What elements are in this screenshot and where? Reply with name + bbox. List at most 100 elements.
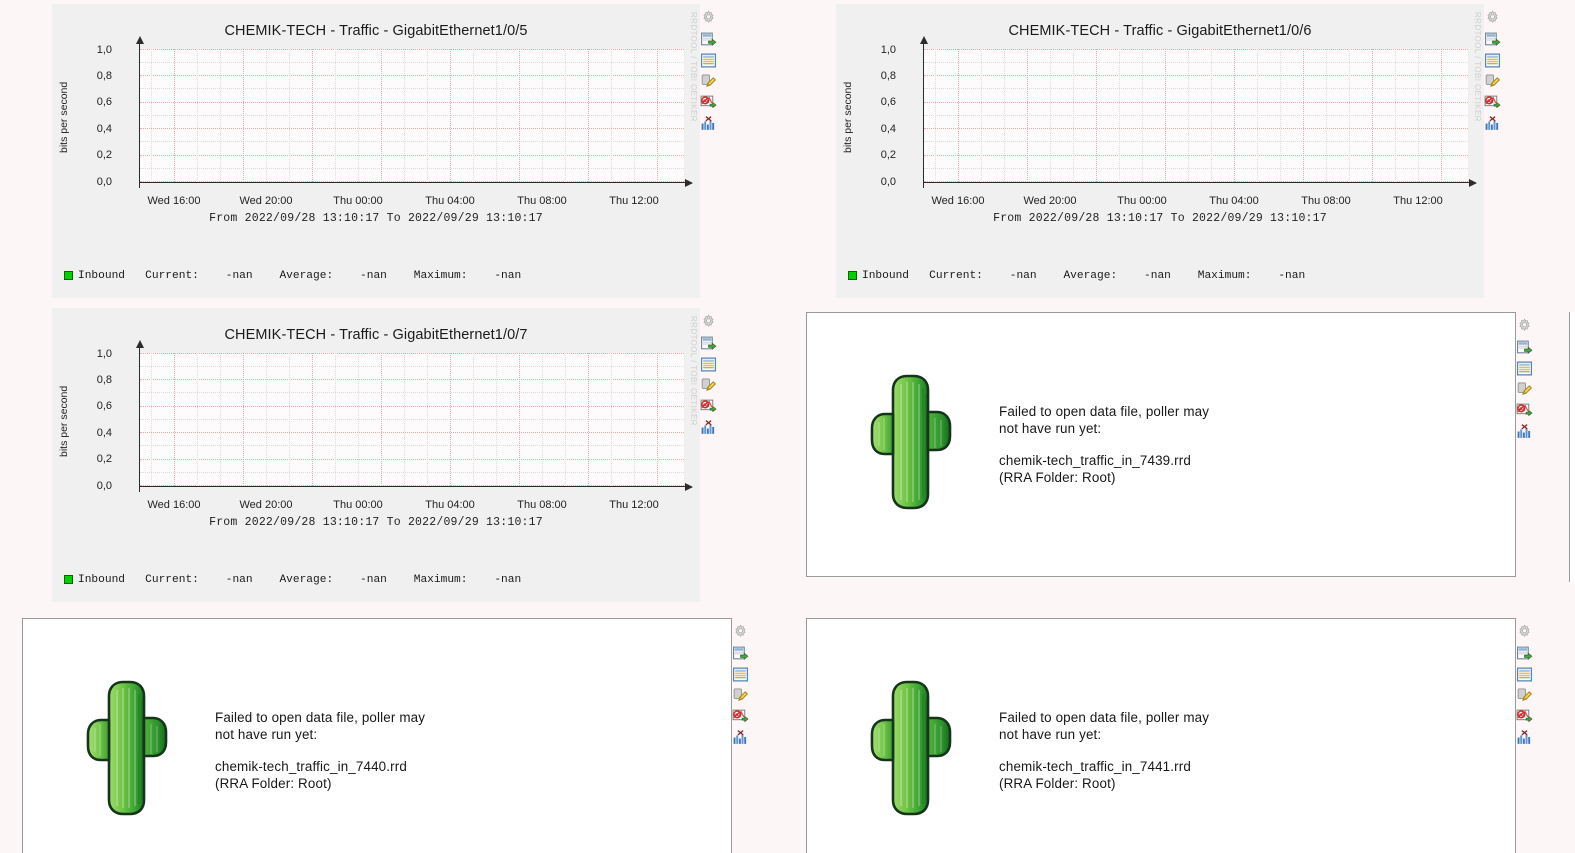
y-axis-label: bits per second <box>842 81 854 153</box>
y-tick: 0,8 <box>96 70 112 82</box>
x-axis-ticks: Wed 16:00 Wed 20:00 Thu 00:00 Thu 04:00 … <box>924 193 1484 209</box>
y-axis-label: bits per second <box>58 81 70 153</box>
graph-zoom-icon[interactable] <box>732 729 749 746</box>
legend-average-value: -nan <box>360 573 387 586</box>
pencil-edit-icon[interactable] <box>700 73 717 90</box>
error-message-line2: not have run yet: <box>215 727 318 743</box>
graph-debug-icon[interactable] <box>1516 402 1533 419</box>
x-tick: Thu 12:00 <box>609 195 659 207</box>
error-cell-1: Failed to open data file, poller may not… <box>22 618 762 853</box>
x-tick: Thu 04:00 <box>1209 195 1259 207</box>
y-axis-label: bits per second <box>58 385 70 457</box>
x-tick: Thu 12:00 <box>609 499 659 511</box>
pencil-edit-icon[interactable] <box>1516 687 1533 704</box>
graph-debug-icon[interactable] <box>700 398 717 415</box>
error-icon-column-2 <box>1516 618 1533 746</box>
graph-zoom-icon[interactable] <box>1484 115 1501 132</box>
y-tick: 0,6 <box>880 96 896 108</box>
graph-zoom-icon[interactable] <box>1516 423 1533 440</box>
y-axis-ticks: 0,0 0,2 0,4 0,6 0,8 1,0 <box>860 43 900 191</box>
y-tick: 0,8 <box>96 374 112 386</box>
graph-panel-0: RRDTOOL / TOBI OETIKER CHEMIK-TECH - Tra… <box>52 4 700 421</box>
error-rra-folder: (RRA Folder: Root) <box>999 775 1116 791</box>
graph-zoom-icon[interactable] <box>1516 729 1533 746</box>
error-file-name: chemik-tech_traffic_in_7440.rrd <box>215 758 407 774</box>
report-list-icon[interactable] <box>1484 52 1501 69</box>
error-panel-2: Failed to open data file, poller may not… <box>806 618 1516 853</box>
error-message-line2: not have run yet: <box>999 421 1102 437</box>
report-list-icon[interactable] <box>732 666 749 683</box>
graph-debug-icon[interactable] <box>700 94 717 111</box>
graph-zoom-icon[interactable] <box>700 419 717 436</box>
y-tick: 0,4 <box>96 427 112 439</box>
graph-cell-0: RRDTOOL / TOBI OETIKER CHEMIK-TECH - Tra… <box>52 4 724 421</box>
x-tick: Wed 20:00 <box>239 195 293 207</box>
x-tick: Thu 08:00 <box>1301 195 1351 207</box>
error-icon-column-1 <box>732 618 749 746</box>
cactus-icon <box>867 368 963 521</box>
x-tick: Thu 08:00 <box>517 195 567 207</box>
error-cell-0: Failed to open data file, poller may not… <box>806 312 1546 582</box>
legend-maximum-value: -nan <box>494 269 522 282</box>
x-tick: Wed 20:00 <box>239 499 293 511</box>
pencil-edit-icon[interactable] <box>700 377 717 394</box>
y-tick: 0,0 <box>96 480 112 492</box>
error-message-line2: not have run yet: <box>999 727 1102 743</box>
y-tick: 0,4 <box>96 123 112 135</box>
report-list-icon[interactable] <box>700 52 717 69</box>
report-list-icon[interactable] <box>700 356 717 373</box>
y-tick: 0,0 <box>96 176 112 188</box>
cactus-icon <box>83 674 179 827</box>
graph-panel-2: RRDTOOL / TOBI OETIKER CHEMIK-TECH - Tra… <box>52 308 700 725</box>
legend-maximum-label: Maximum: <box>413 573 468 586</box>
y-axis-line <box>919 36 928 188</box>
gear-icon[interactable] <box>700 314 717 331</box>
page-export-icon[interactable] <box>700 31 717 48</box>
error-message: Failed to open data file, poller may not… <box>215 709 425 793</box>
page-export-icon[interactable] <box>1484 31 1501 48</box>
x-tick: Thu 00:00 <box>333 499 383 511</box>
graph-plot-area: bits per second 0,0 0,2 0,4 0,6 0,8 1,0 <box>836 36 1484 193</box>
graph-debug-icon[interactable] <box>1484 94 1501 111</box>
x-axis-ticks: Wed 16:00 Wed 20:00 Thu 00:00 Thu 04:00 … <box>140 193 700 209</box>
y-tick: 1,0 <box>96 44 112 56</box>
graph-cell-1: RRDTOOL / TOBI OETIKER CHEMIK-TECH - Tra… <box>836 4 1508 421</box>
error-rra-folder: (RRA Folder: Root) <box>999 469 1116 485</box>
legend-series-name: Inbound <box>78 573 125 586</box>
error-cell-2: Failed to open data file, poller may not… <box>806 618 1546 853</box>
page-export-icon[interactable] <box>700 335 717 352</box>
pencil-edit-icon[interactable] <box>1484 73 1501 90</box>
graph-zoom-icon[interactable] <box>700 115 717 132</box>
page-export-icon[interactable] <box>1516 645 1533 662</box>
legend-row-inbound: Inbound Current: -nan Average: -nan Maxi… <box>848 269 1484 284</box>
report-list-icon[interactable] <box>1516 666 1533 683</box>
error-rra-folder: (RRA Folder: Root) <box>215 775 332 791</box>
graph-cell-2: RRDTOOL / TOBI OETIKER CHEMIK-TECH - Tra… <box>52 308 724 725</box>
graph-debug-icon[interactable] <box>1516 708 1533 725</box>
x-tick: Thu 08:00 <box>517 499 567 511</box>
error-message: Failed to open data file, poller may not… <box>999 403 1209 487</box>
y-tick: 0,8 <box>880 70 896 82</box>
gear-icon[interactable] <box>1516 318 1533 335</box>
gear-icon[interactable] <box>700 10 717 27</box>
pencil-edit-icon[interactable] <box>732 687 749 704</box>
pencil-edit-icon[interactable] <box>1516 381 1533 398</box>
page-export-icon[interactable] <box>732 645 749 662</box>
page-export-icon[interactable] <box>1516 339 1533 356</box>
x-tick: Wed 16:00 <box>147 499 201 511</box>
x-tick: Thu 04:00 <box>425 499 475 511</box>
graph-debug-icon[interactable] <box>732 708 749 725</box>
y-tick: 0,6 <box>96 96 112 108</box>
legend-row-inbound: Inbound Current: -nan Average: -nan Maxi… <box>64 269 700 284</box>
legend-current-label: Current: <box>929 269 983 282</box>
error-message: Failed to open data file, poller may not… <box>999 709 1209 793</box>
error-message-line1: Failed to open data file, poller may <box>999 403 1210 419</box>
graph-panel-1: RRDTOOL / TOBI OETIKER CHEMIK-TECH - Tra… <box>836 4 1484 421</box>
y-tick: 0,4 <box>880 123 896 135</box>
gear-icon[interactable] <box>732 624 749 641</box>
gear-icon[interactable] <box>1516 624 1533 641</box>
y-axis-ticks: 0,0 0,2 0,4 0,6 0,8 1,0 <box>76 347 116 495</box>
gear-icon[interactable] <box>1484 10 1501 27</box>
report-list-icon[interactable] <box>1516 360 1533 377</box>
inbound-color-swatch <box>64 575 73 585</box>
